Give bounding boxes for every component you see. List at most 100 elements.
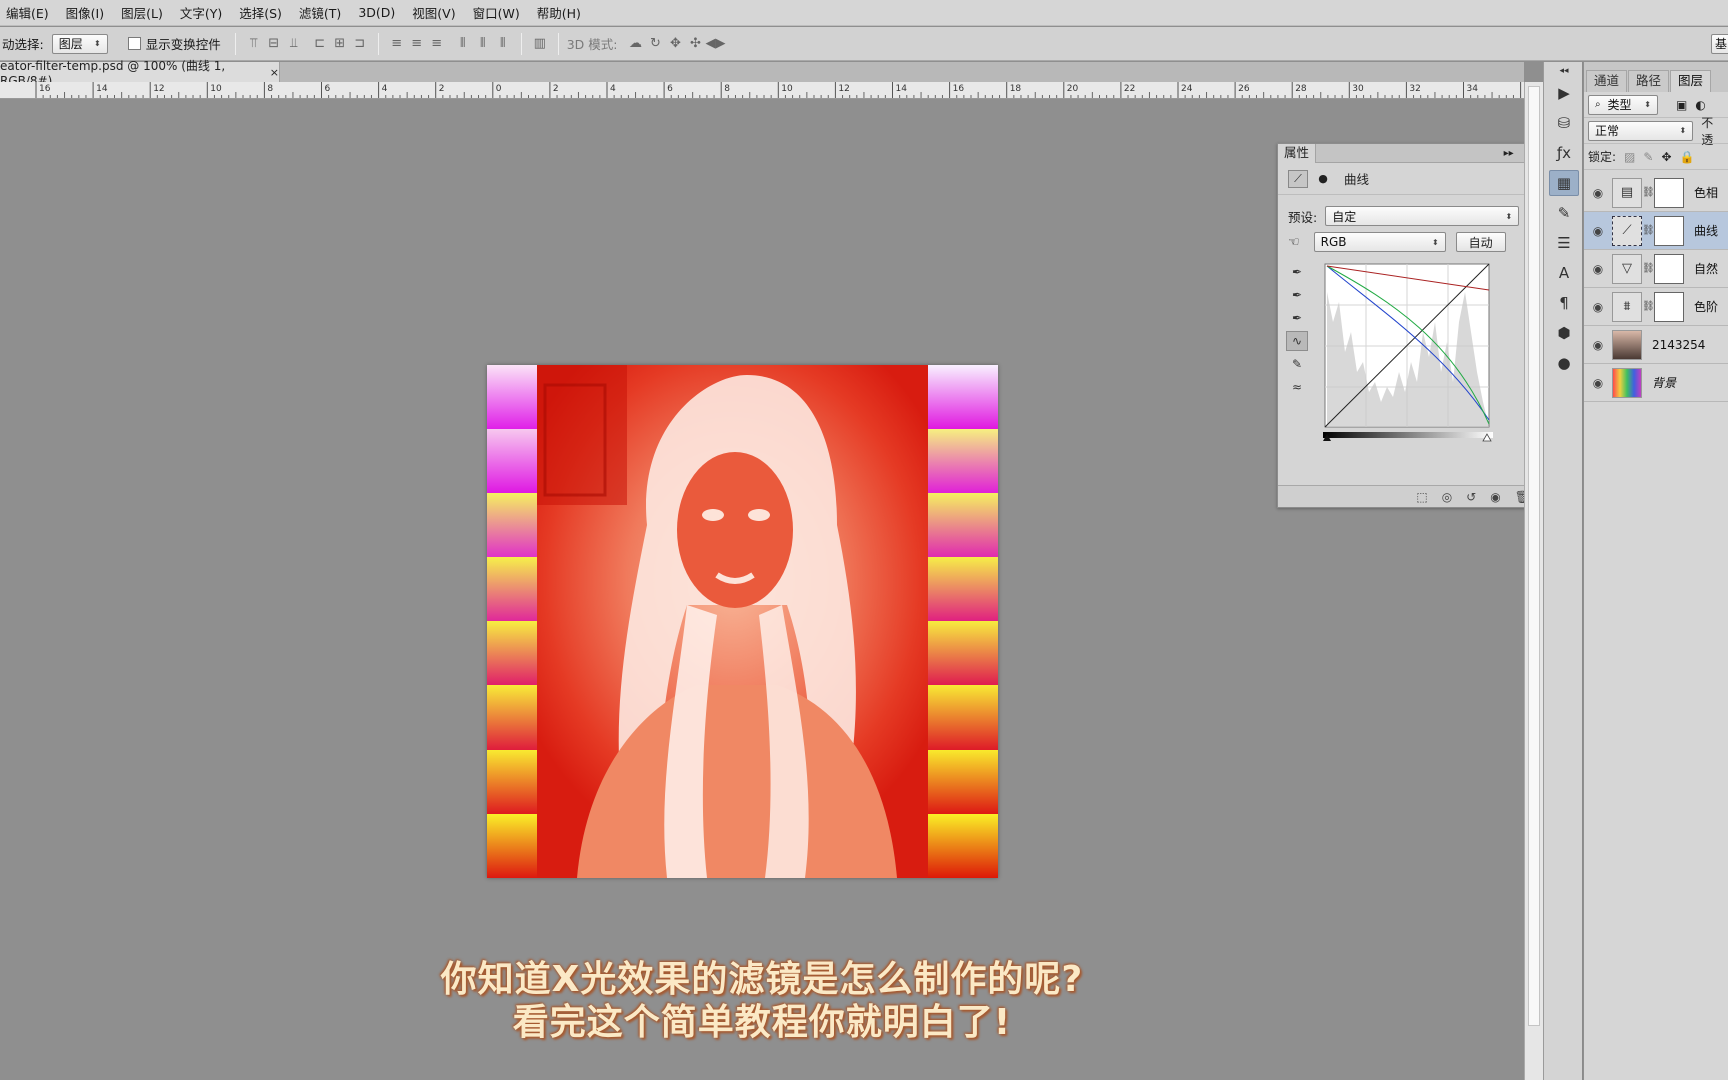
eye-icon[interactable]: ◉ — [1584, 300, 1612, 314]
curves-adjustment-icon[interactable]: ⟋ — [1288, 169, 1308, 188]
reset-icon[interactable]: ↺ — [1466, 490, 1476, 504]
roll-3d-icon[interactable]: ↻ — [646, 34, 666, 54]
ruler-label: 24 — [1181, 84, 1193, 94]
layer-mask[interactable] — [1654, 215, 1684, 246]
link-icon[interactable]: ⛓ — [1642, 301, 1655, 312]
ruler-label: 14 — [896, 84, 908, 94]
eye-icon[interactable]: ◉ — [1584, 262, 1612, 276]
layer-mask[interactable] — [1654, 291, 1684, 322]
panel-collapse-icon[interactable]: ▸▸ — [1504, 148, 1514, 159]
close-icon[interactable]: × — [270, 66, 279, 79]
layer-levels[interactable]: ◉ ⩩ ⛓ 色阶 — [1584, 288, 1728, 326]
distribute-right-icon[interactable]: ⦀ — [493, 34, 513, 54]
align-hcenter-icon[interactable]: ⊞ — [330, 34, 350, 54]
play-action-icon[interactable]: ▶ — [1549, 80, 1579, 106]
3d-cube-icon[interactable]: ⬢ — [1549, 320, 1579, 346]
lock-transparent-icon[interactable]: ▨ — [1624, 150, 1635, 164]
distribute-top-icon[interactable]: ≡ — [387, 34, 407, 54]
layer-background[interactable]: ◉ 背景 — [1584, 364, 1728, 402]
character-icon[interactable]: A — [1549, 260, 1579, 286]
scale-3d-icon[interactable]: ◀▶ — [706, 34, 726, 54]
align-left-icon[interactable]: ⊏ — [310, 34, 330, 54]
menu-3d[interactable]: 3D(D) — [358, 5, 395, 20]
brushes-icon[interactable]: ✎ — [1549, 200, 1579, 226]
tab-paths[interactable]: 路径 — [1628, 70, 1670, 92]
menu-type[interactable]: 文字(Y) — [180, 3, 222, 22]
lock-move-icon[interactable]: ✥ — [1661, 150, 1671, 164]
drag-3d-icon[interactable]: ✥ — [666, 34, 686, 54]
menu-image[interactable]: 图像(I) — [66, 3, 104, 22]
distribute-bottom-icon[interactable]: ≡ — [427, 34, 447, 54]
eye-icon[interactable]: ◉ — [1584, 224, 1612, 238]
layer-mask[interactable] — [1654, 177, 1684, 208]
align-right-icon[interactable]: ⊐ — [350, 34, 370, 54]
visibility-icon[interactable]: ◉ — [1490, 490, 1500, 504]
align-bottom-icon[interactable]: ⫫ — [284, 34, 304, 54]
gray-point-eyedropper-icon[interactable]: ✒ — [1286, 285, 1308, 305]
black-point-eyedropper-icon[interactable]: ✒ — [1286, 262, 1308, 282]
curve-point-tool-icon[interactable]: ∿ — [1286, 331, 1308, 351]
white-point-eyedropper-icon[interactable]: ✒ — [1286, 308, 1308, 328]
eye-icon[interactable]: ◉ — [1584, 338, 1612, 352]
curves-graph[interactable] — [1323, 262, 1493, 442]
lock-paint-icon[interactable]: ✎ — [1643, 150, 1653, 164]
video-subtitle: 你知道X光效果的滤镜是怎么制作的呢? 看完这个简单教程你就明白了! — [0, 958, 1524, 1044]
blend-mode-dropdown[interactable]: 正常 ⬍ — [1588, 120, 1694, 141]
styles-fx-icon[interactable]: ƒx — [1549, 140, 1579, 166]
expand-panels-icon[interactable]: ◂◂ — [1549, 66, 1579, 76]
scrollbar-thumb[interactable] — [1528, 86, 1540, 1026]
align-vcenter-icon[interactable]: ⊟ — [264, 34, 284, 54]
smooth-curve-icon[interactable]: ≈ — [1286, 377, 1308, 397]
kind-filter-dropdown[interactable]: ⌕ 类型 ⬍ — [1588, 94, 1658, 115]
menu-edit[interactable]: 编辑(E) — [6, 3, 49, 22]
menu-select[interactable]: 选择(S) — [239, 3, 282, 22]
view-previous-icon[interactable]: ◎ — [1442, 490, 1452, 504]
distribute-left-icon[interactable]: ⦀ — [453, 34, 473, 54]
auto-select-dropdown[interactable]: 图层 ⬍ — [51, 33, 108, 54]
rotate-3d-icon[interactable]: ☁ — [626, 34, 646, 54]
layer-curves[interactable]: ◉ ⟋ ⛓ 曲线 — [1584, 212, 1728, 250]
history-icon[interactable]: ⛁ — [1549, 110, 1579, 136]
menu-window[interactable]: 窗口(W) — [473, 3, 520, 22]
on-image-adjust-icon[interactable]: ☜ — [1288, 235, 1300, 250]
vertical-scrollbar[interactable] — [1524, 82, 1543, 1080]
paragraph-icon[interactable]: ¶ — [1549, 290, 1579, 316]
pencil-draw-icon[interactable]: ✎ — [1286, 354, 1308, 374]
tab-layers[interactable]: 图层 — [1670, 70, 1712, 92]
layer-photo[interactable]: ◉ 2143254 — [1584, 326, 1728, 364]
eye-icon[interactable]: ◉ — [1584, 186, 1612, 200]
menu-layer[interactable]: 图层(L) — [121, 3, 163, 22]
layer-hue[interactable]: ◉ ▤ ⛓ 色相 — [1584, 174, 1728, 212]
tab-channels[interactable]: 通道 — [1586, 70, 1628, 92]
layer-vibrance[interactable]: ◉ ▽ ⛓ 自然 — [1584, 250, 1728, 288]
auto-align-icon[interactable]: ▥ — [530, 34, 550, 54]
properties-titlebar[interactable]: 属性 ▸▸ ≡ — [1278, 143, 1540, 163]
document-tab[interactable]: eator-filter-temp.psd @ 100% (曲线 1, RGB/… — [0, 59, 280, 88]
link-icon[interactable]: ⛓ — [1642, 225, 1655, 236]
layer-mask[interactable] — [1654, 253, 1684, 284]
menu-view[interactable]: 视图(V) — [412, 3, 455, 22]
align-top-icon[interactable]: ⫪ — [244, 34, 264, 54]
eye-icon[interactable]: ◉ — [1584, 376, 1612, 390]
show-transform-checkbox[interactable] — [127, 37, 141, 50]
filter-adjust-icon[interactable]: ◐ — [1695, 98, 1705, 112]
clip-to-layer-icon[interactable]: ⬚ — [1416, 490, 1427, 504]
sliders-icon[interactable]: ☰ — [1549, 230, 1579, 256]
workspace-button[interactable]: 基 — [1711, 33, 1728, 54]
auto-button[interactable]: 自动 — [1455, 232, 1506, 252]
preset-dropdown[interactable]: 自定 ⬍ — [1325, 206, 1520, 226]
adjustments-icon[interactable]: ▦ — [1549, 170, 1579, 196]
slide-3d-icon[interactable]: ✣ — [686, 34, 706, 54]
filter-image-icon[interactable]: ▣ — [1676, 98, 1687, 112]
link-icon[interactable]: ⛓ — [1642, 187, 1655, 198]
channel-dropdown[interactable]: RGB ⬍ — [1313, 232, 1446, 252]
layer-mask-icon[interactable]: ● — [1313, 169, 1333, 188]
distribute-hcenter-icon[interactable]: ⦀ — [473, 34, 493, 54]
menu-help[interactable]: 帮助(H) — [537, 3, 581, 22]
document-canvas[interactable] — [487, 365, 998, 878]
kuler-icon[interactable]: ● — [1549, 350, 1579, 376]
link-icon[interactable]: ⛓ — [1642, 263, 1655, 274]
distribute-vcenter-icon[interactable]: ≡ — [407, 34, 427, 54]
menu-filter[interactable]: 滤镜(T) — [299, 3, 341, 22]
lock-all-icon[interactable]: 🔒 — [1680, 150, 1695, 164]
